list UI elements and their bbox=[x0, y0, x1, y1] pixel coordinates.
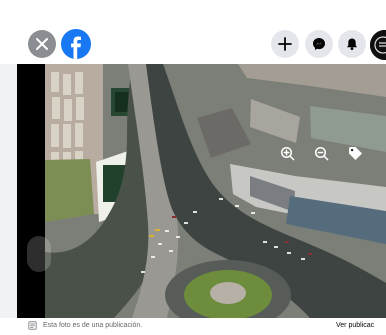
messenger-button[interactable] bbox=[305, 30, 333, 58]
top-bar bbox=[0, 0, 386, 64]
close-icon bbox=[36, 38, 48, 50]
photo-tools bbox=[276, 142, 366, 164]
facebook-logo-icon bbox=[71, 36, 81, 59]
view-post-link[interactable]: Ver publicac bbox=[336, 322, 374, 329]
avatar-image bbox=[370, 30, 386, 60]
create-button[interactable] bbox=[271, 30, 299, 58]
zoom-out-button[interactable] bbox=[310, 142, 332, 164]
tag-button[interactable] bbox=[344, 142, 366, 164]
zoom-out-icon bbox=[314, 146, 328, 160]
facebook-logo[interactable] bbox=[61, 29, 91, 59]
post-caption: Esta foto es de una publicación. bbox=[28, 321, 142, 330]
messenger-icon bbox=[313, 38, 325, 50]
zoom-in-button[interactable] bbox=[276, 142, 298, 164]
previous-photo-button[interactable] bbox=[27, 236, 51, 272]
photo-viewer bbox=[0, 64, 386, 318]
close-button[interactable] bbox=[28, 30, 56, 58]
notifications-button[interactable] bbox=[338, 30, 366, 58]
aerial-photo bbox=[45, 64, 386, 318]
plus-icon bbox=[278, 37, 292, 51]
tag-icon bbox=[349, 147, 362, 160]
bell-icon bbox=[347, 38, 357, 50]
caption-text: Esta foto es de una publicación. bbox=[43, 322, 143, 329]
post-icon bbox=[28, 321, 37, 330]
avatar[interactable] bbox=[370, 30, 386, 60]
page-edge bbox=[0, 64, 17, 318]
zoom-in-icon bbox=[280, 146, 294, 160]
